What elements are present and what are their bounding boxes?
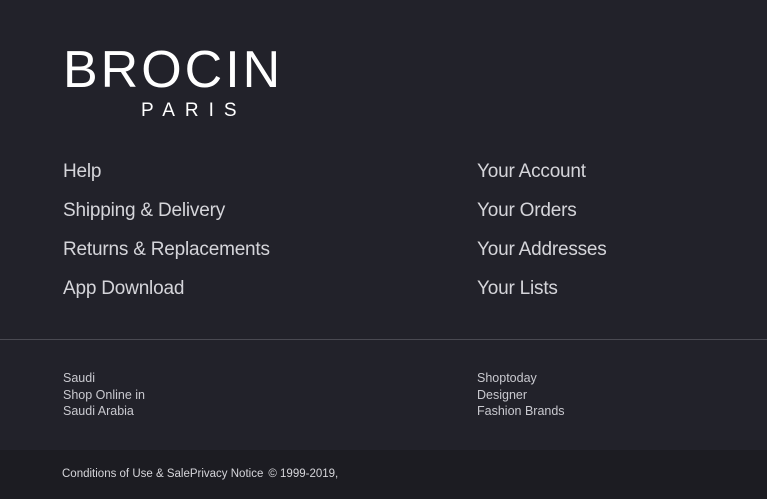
blurb-line: Shoptoday xyxy=(477,371,537,385)
conditions-of-use-link[interactable]: Conditions of Use & Sale xyxy=(62,468,190,480)
blurb-line: Fashion Brands xyxy=(477,404,565,418)
blurb-line: Designer xyxy=(477,387,528,402)
region-blurb: Saudi Shop Online in Saudi Arabia xyxy=(63,370,145,420)
your-orders-link[interactable]: Your Orders xyxy=(477,199,607,223)
blurb-line: Saudi xyxy=(63,371,95,385)
account-links: Your Account Your Orders Your Addresses … xyxy=(477,160,607,316)
your-account-link[interactable]: Your Account xyxy=(477,160,607,184)
brand-name: BROCIN xyxy=(63,41,284,99)
brand-subtitle: PARIS xyxy=(141,100,247,121)
help-link[interactable]: Help xyxy=(63,160,270,184)
help-links: Help Shipping & Delivery Returns & Repla… xyxy=(63,160,270,316)
privacy-notice-link[interactable]: Privacy Notice xyxy=(190,468,264,480)
returns-replacements-link[interactable]: Returns & Replacements xyxy=(63,238,270,262)
legal-text: Conditions of Use & SalePrivacy Notice © … xyxy=(62,468,338,480)
your-addresses-link[interactable]: Your Addresses xyxy=(477,238,607,262)
blurb-line: Saudi Arabia xyxy=(63,404,134,418)
brand-logo[interactable]: BROCIN PARIS xyxy=(63,44,353,122)
your-lists-link[interactable]: Your Lists xyxy=(477,277,607,301)
shipping-delivery-link[interactable]: Shipping & Delivery xyxy=(63,199,270,223)
footer-divider xyxy=(0,339,767,340)
tagline-blurb: Shoptoday Designer Fashion Brands xyxy=(477,370,565,420)
legal-bar: Conditions of Use & SalePrivacy Notice © … xyxy=(0,450,767,499)
blurb-line: Shop Online in xyxy=(63,387,146,402)
app-download-link[interactable]: App Download xyxy=(63,277,270,301)
copyright-text: © 1999-2019, xyxy=(268,468,339,480)
